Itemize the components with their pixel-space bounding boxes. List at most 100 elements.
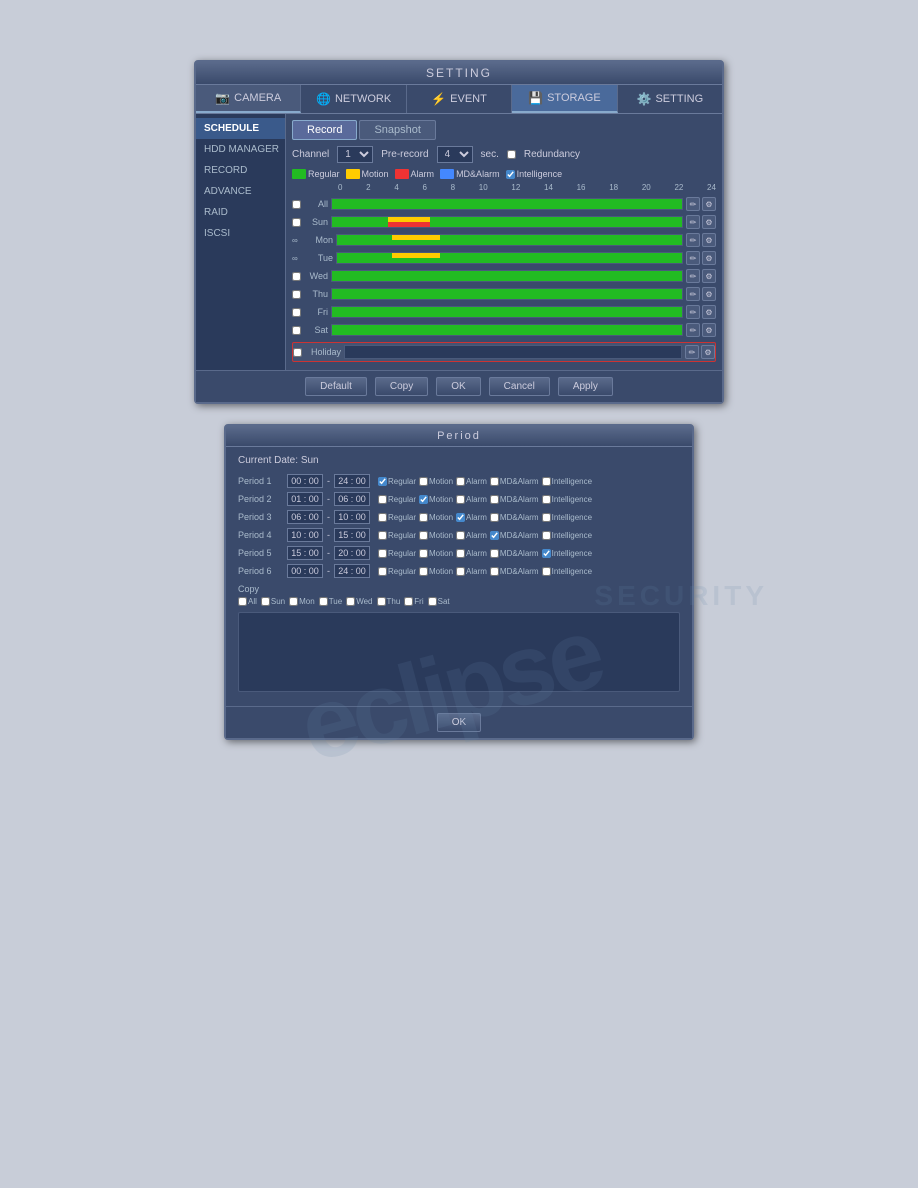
check-sat[interactable] [292,326,301,335]
gear-sun-btn[interactable]: ⚙ [702,215,716,229]
default-button[interactable]: Default [305,377,367,396]
p4-motion-cb[interactable] [419,531,428,540]
pre-record-select[interactable]: 4 [437,146,473,163]
copy-tue-cb[interactable] [319,597,328,606]
period-2-end[interactable] [334,492,370,506]
sidebar-item-raid[interactable]: RAID [196,202,285,223]
gear-tue-btn[interactable]: ⚙ [702,251,716,265]
p4-intelligence-cb[interactable] [542,531,551,540]
copy-button[interactable]: Copy [375,377,428,396]
p6-regular-cb[interactable] [378,567,387,576]
edit-sun-btn[interactable]: ✏ [686,215,700,229]
p6-alarm-cb[interactable] [456,567,465,576]
bar-tue[interactable] [336,252,683,264]
period-4-start[interactable] [287,528,323,542]
sidebar-item-record[interactable]: RECORD [196,160,285,181]
copy-sat-cb[interactable] [428,597,437,606]
p3-motion-cb[interactable] [419,513,428,522]
p2-alarm-cb[interactable] [456,495,465,504]
bar-sat[interactable] [331,324,683,336]
edit-holiday-btn[interactable]: ✏ [685,345,699,359]
check-thu[interactable] [292,290,301,299]
bar-holiday[interactable] [344,345,682,359]
p1-md-alarm-cb[interactable] [490,477,499,486]
gear-all-btn[interactable]: ⚙ [702,197,716,211]
copy-fri-cb[interactable] [404,597,413,606]
p5-motion-cb[interactable] [419,549,428,558]
period-5-start[interactable] [287,546,323,560]
copy-all-cb[interactable] [238,597,247,606]
edit-wed-btn[interactable]: ✏ [686,269,700,283]
copy-sun-cb[interactable] [261,597,270,606]
p5-md-alarm-cb[interactable] [490,549,499,558]
edit-fri-btn[interactable]: ✏ [686,305,700,319]
sidebar-item-schedule[interactable]: SCHEDULE [196,118,285,139]
p6-md-alarm-cb[interactable] [490,567,499,576]
period-2-start[interactable] [287,492,323,506]
p2-regular-cb[interactable] [378,495,387,504]
p3-intelligence-cb[interactable] [542,513,551,522]
p1-motion-cb[interactable] [419,477,428,486]
p1-intelligence-cb[interactable] [542,477,551,486]
nav-tab-storage[interactable]: 💾 STORAGE [512,85,617,113]
redundancy-checkbox[interactable] [507,150,516,159]
check-wed[interactable] [292,272,301,281]
bar-all[interactable] [331,198,683,210]
check-fri[interactable] [292,308,301,317]
bar-fri[interactable] [331,306,683,318]
dialog-ok-button[interactable]: OK [437,713,481,732]
gear-fri-btn[interactable]: ⚙ [702,305,716,319]
p3-alarm-cb[interactable] [456,513,465,522]
check-sun[interactable] [292,218,301,227]
period-1-end[interactable] [334,474,370,488]
edit-sat-btn[interactable]: ✏ [686,323,700,337]
sidebar-item-iscsi[interactable]: ISCSI [196,223,285,244]
p1-regular-cb[interactable] [378,477,387,486]
p1-alarm-cb[interactable] [456,477,465,486]
p2-motion-cb[interactable] [419,495,428,504]
bar-wed[interactable] [331,270,683,282]
edit-thu-btn[interactable]: ✏ [686,287,700,301]
gear-sat-btn[interactable]: ⚙ [702,323,716,337]
p3-regular-cb[interactable] [378,513,387,522]
p6-intelligence-cb[interactable] [542,567,551,576]
bar-thu[interactable] [331,288,683,300]
copy-mon-cb[interactable] [289,597,298,606]
period-1-start[interactable] [287,474,323,488]
check-holiday[interactable] [293,348,302,357]
tab-record[interactable]: Record [292,120,357,140]
p2-intelligence-cb[interactable] [542,495,551,504]
edit-mon-btn[interactable]: ✏ [686,233,700,247]
period-5-end[interactable] [334,546,370,560]
p3-md-alarm-cb[interactable] [490,513,499,522]
copy-thu-cb[interactable] [377,597,386,606]
edit-all-btn[interactable]: ✏ [686,197,700,211]
bar-mon[interactable] [336,234,683,246]
p5-alarm-cb[interactable] [456,549,465,558]
gear-wed-btn[interactable]: ⚙ [702,269,716,283]
gear-holiday-btn[interactable]: ⚙ [701,345,715,359]
period-6-end[interactable] [334,564,370,578]
channel-select[interactable]: 1 [337,146,373,163]
p4-regular-cb[interactable] [378,531,387,540]
p4-alarm-cb[interactable] [456,531,465,540]
sidebar-item-advance[interactable]: ADVANCE [196,181,285,202]
copy-wed-cb[interactable] [346,597,355,606]
bar-sun[interactable] [331,216,683,228]
sidebar-item-hdd-manager[interactable]: HDD MANAGER [196,139,285,160]
edit-tue-btn[interactable]: ✏ [686,251,700,265]
p4-md-alarm-cb[interactable] [490,531,499,540]
gear-mon-btn[interactable]: ⚙ [702,233,716,247]
period-3-start[interactable] [287,510,323,524]
legend-intelligence-checkbox[interactable] [506,170,515,179]
nav-tab-setting[interactable]: ⚙️ SETTING [618,85,722,113]
cancel-button[interactable]: Cancel [489,377,550,396]
period-6-start[interactable] [287,564,323,578]
ok-button[interactable]: OK [436,377,480,396]
p2-md-alarm-cb[interactable] [490,495,499,504]
period-3-end[interactable] [334,510,370,524]
nav-tab-event[interactable]: ⚡ EVENT [407,85,512,113]
check-all[interactable] [292,200,301,209]
p5-intelligence-cb[interactable] [542,549,551,558]
tab-snapshot[interactable]: Snapshot [359,120,435,140]
